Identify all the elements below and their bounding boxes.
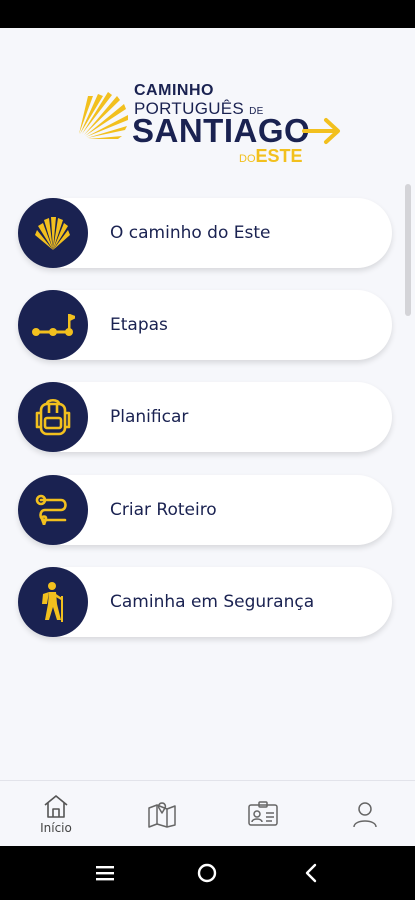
map-icon (148, 802, 176, 828)
nav-tab-map[interactable] (122, 781, 202, 847)
nav-tab-credential[interactable] (223, 781, 303, 847)
menu-item-criar-roteiro[interactable]: Criar Roteiro (18, 475, 392, 545)
menu-item-planificar[interactable]: Planificar (18, 382, 392, 452)
nav-tab-inicio[interactable]: Início (16, 781, 96, 847)
recent-apps-icon[interactable] (88, 856, 122, 890)
logo-line-este: DOESTE (239, 146, 303, 167)
menu-item-label: Criar Roteiro (110, 500, 217, 520)
route-stages-icon (18, 290, 88, 360)
status-bar (0, 0, 415, 28)
home-button-icon[interactable] (190, 856, 224, 890)
logo-este: ESTE (255, 146, 303, 166)
nav-tab-label: Início (40, 821, 72, 835)
back-icon[interactable] (294, 856, 328, 890)
menu-item-label: Planificar (110, 407, 189, 427)
nav-tab-profile[interactable] (325, 781, 405, 847)
menu-item-label: O caminho do Este (110, 223, 271, 243)
backpack-icon (18, 382, 88, 452)
logo-line-caminho: CAMINHO (134, 82, 214, 99)
menu-item-label: Etapas (110, 315, 168, 335)
menu-item-etapas[interactable]: Etapas (18, 290, 392, 360)
system-navigation-bar (0, 846, 415, 900)
scallop-shell-logo-icon (79, 92, 128, 139)
menu-item-caminha-em-seguranca[interactable]: Caminha em Segurança (18, 567, 392, 637)
scrollbar[interactable] (405, 184, 411, 316)
logo-arrow-icon (302, 118, 340, 144)
menu-item-o-caminho-do-este[interactable]: O caminho do Este (18, 198, 392, 268)
profile-icon (353, 802, 377, 828)
credential-card-icon (248, 801, 278, 826)
scallop-shell-icon (18, 198, 88, 268)
bottom-navigation: Início (0, 780, 415, 846)
route-path-icon (18, 475, 88, 545)
menu-item-label: Caminha em Segurança (110, 592, 315, 612)
app-logo: CAMINHO PORTUGUÊS DE SANTIAGO DOESTE (72, 78, 352, 174)
logo-do: DO (239, 153, 256, 165)
hiker-icon (18, 567, 88, 637)
home-icon (44, 795, 68, 818)
logo-line-santiago: SANTIAGO (132, 112, 311, 149)
